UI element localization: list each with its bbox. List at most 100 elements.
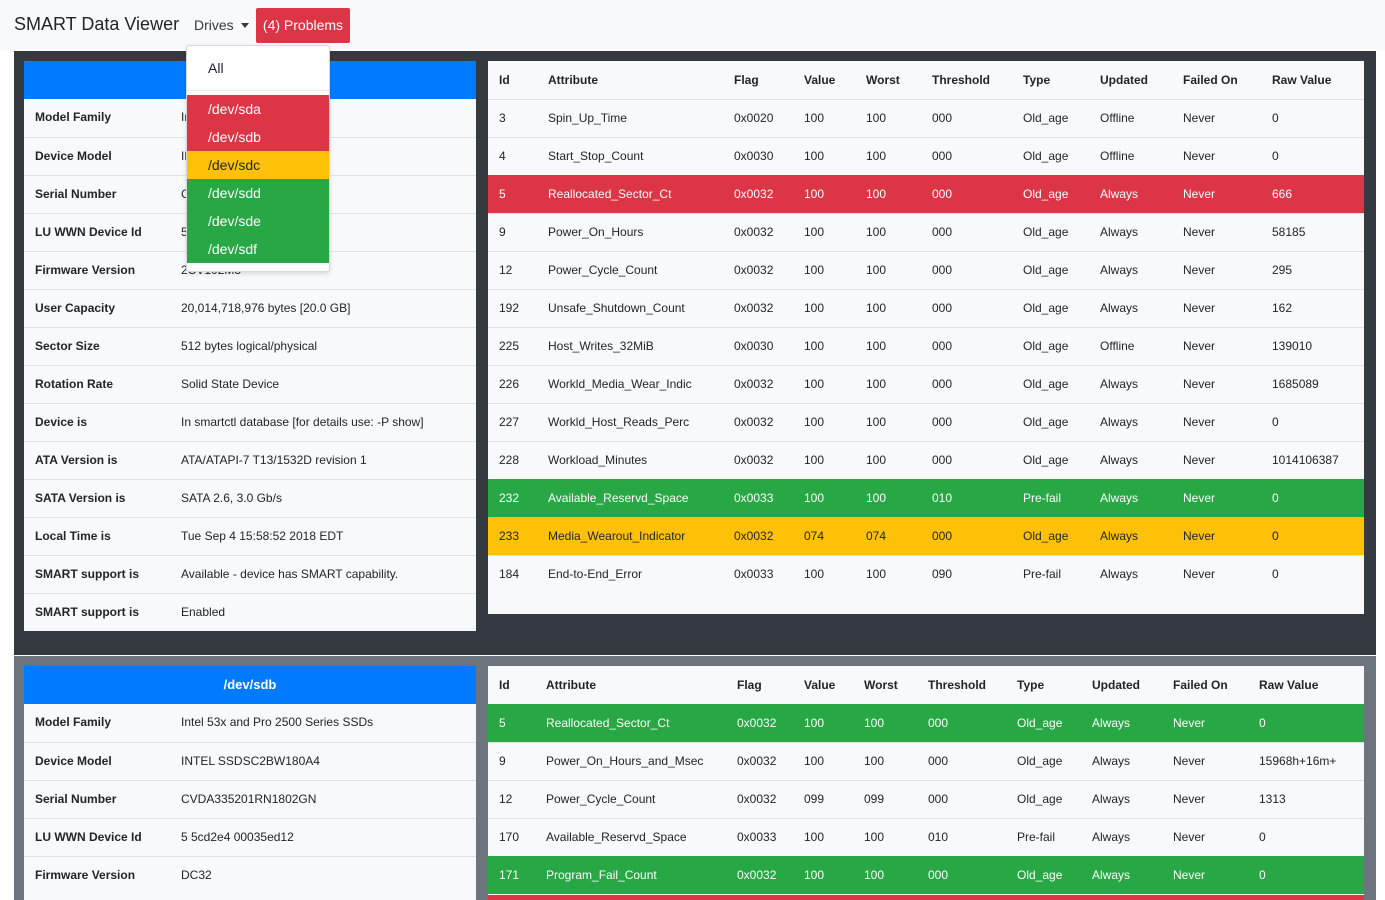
dropdown-item-drive[interactable]: /dev/sdf [187, 235, 329, 263]
cell-threshold: 000 [932, 529, 953, 543]
navbar: SMART Data Viewer Drives (4) Problems [0, 0, 1385, 50]
cell-type: Old_age [1023, 149, 1069, 163]
cell-id: 233 [499, 529, 520, 543]
cell-flag: 0x0020 [734, 111, 774, 125]
column-header[interactable]: Raw Value [1259, 666, 1318, 704]
cell-worst: 100 [864, 830, 885, 844]
column-header[interactable]: Worst [864, 666, 898, 704]
cell-name: Start_Stop_Count [548, 149, 644, 163]
column-header[interactable]: Threshold [932, 61, 990, 99]
cell-updated: Always [1100, 263, 1139, 277]
info-label: Rotation Rate [35, 377, 113, 391]
info-row: Rotation Rate Solid State Device [24, 365, 476, 403]
problems-button[interactable]: (4) Problems [256, 8, 350, 43]
column-header[interactable]: Id [499, 61, 510, 99]
column-header[interactable]: Flag [734, 61, 759, 99]
column-header[interactable]: Value [804, 666, 835, 704]
info-value: SATA 2.6, 3.0 Gb/s [181, 491, 282, 505]
cell-threshold: 000 [932, 301, 953, 315]
info-label: SATA Version is [35, 491, 126, 505]
table-row: 233 Media_Wearout_Indicator 0x0032 074 074 00… [488, 517, 1364, 555]
column-header[interactable]: Value [804, 61, 835, 99]
column-header[interactable]: Failed On [1173, 666, 1228, 704]
info-row: SMART support is Enabled [24, 593, 476, 631]
column-header[interactable]: Updated [1092, 666, 1140, 704]
cell-flag: 0x0032 [734, 415, 774, 429]
column-header[interactable]: Threshold [928, 666, 986, 704]
info-row: Device Model INTEL SSDSC2BW180A4 [24, 742, 476, 780]
info-label: Device Model [35, 754, 112, 768]
info-row: Model Family Intel 53x and Pro 2500 Serie… [24, 704, 476, 742]
cell-type: Old_age [1017, 754, 1063, 768]
dropdown-item-drive[interactable]: /dev/sda [187, 95, 329, 123]
info-row: Device is In smartctl database [for detai… [24, 403, 476, 441]
drive-info-card: /dev/sdb Model Family Intel 53x and Pro 2… [24, 666, 476, 900]
drive-name-header: /dev/sdb [24, 666, 476, 704]
info-value: 512 bytes logical/physical [181, 339, 318, 353]
table-row: 9 Power_On_Hours_and_Msec 0x0032 100 100 000 O… [488, 742, 1364, 780]
cell-updated: Always [1100, 377, 1139, 391]
cell-value: 100 [804, 868, 825, 882]
info-value: Intel 53x and Pro 2500 Series SSDs [181, 715, 374, 729]
table-row: 228 Workload_Minutes 0x0032 100 100 000 Old_ag… [488, 441, 1364, 479]
cell-failed-on: Never [1183, 149, 1216, 163]
table-row: 226 Workld_Media_Wear_Indic 0x0032 100 100 00… [488, 365, 1364, 403]
cell-type: Pre-fail [1023, 491, 1062, 505]
info-label: Model Family [35, 110, 112, 124]
cell-flag: 0x0032 [737, 868, 777, 882]
info-label: SMART support is [35, 605, 139, 619]
cell-raw: 0 [1272, 415, 1279, 429]
column-header[interactable]: Attribute [548, 61, 598, 99]
cell-raw: 1014106387 [1272, 453, 1339, 467]
dropdown-item-drive[interactable]: /dev/sde [187, 207, 329, 235]
column-header[interactable]: Updated [1100, 61, 1148, 99]
dropdown-item-drive[interactable]: /dev/sdb [187, 123, 329, 151]
info-row: ATA Version is ATA/ATAPI-7 T13/1532D revi… [24, 441, 476, 479]
cell-updated: Always [1092, 868, 1131, 882]
cell-threshold: 000 [932, 263, 953, 277]
cell-failed-on: Never [1183, 529, 1216, 543]
drives-dropdown-toggle[interactable]: Drives [194, 17, 249, 33]
cell-flag: 0x0032 [737, 754, 777, 768]
info-row: SATA Version is SATA 2.6, 3.0 Gb/s [24, 479, 476, 517]
cell-failed-on: Never [1183, 187, 1216, 201]
cell-type: Old_age [1023, 529, 1069, 543]
column-header[interactable]: Id [499, 666, 510, 704]
cell-value: 100 [804, 754, 825, 768]
info-row: LU WWN Device Id 5 5cd2e4 00035ed12 [24, 818, 476, 856]
cell-value: 100 [804, 415, 825, 429]
cell-threshold: 000 [932, 415, 953, 429]
dropdown-item-all[interactable]: All [187, 46, 329, 90]
info-label: Firmware Version [35, 263, 136, 277]
drives-dropdown-menu: All /dev/sda/dev/sdb/dev/sdc/dev/sdd/dev… [186, 45, 330, 272]
cell-updated: Offline [1100, 149, 1135, 163]
cell-raw: 0 [1272, 567, 1279, 581]
column-header[interactable]: Flag [737, 666, 762, 704]
cell-raw: 666 [1272, 187, 1293, 201]
cell-worst: 100 [864, 754, 885, 768]
cell-failed-on: Never [1183, 339, 1216, 353]
cell-id: 3 [499, 111, 506, 125]
cell-type: Old_age [1017, 716, 1063, 730]
cell-updated: Offline [1100, 339, 1135, 353]
cell-id: 5 [499, 187, 506, 201]
cell-updated: Always [1092, 754, 1131, 768]
cell-name: Power_Cycle_Count [546, 792, 656, 806]
cell-worst: 100 [866, 453, 887, 467]
column-header[interactable]: Failed On [1183, 61, 1238, 99]
cell-flag: 0x0032 [734, 377, 774, 391]
cell-name: Workload_Minutes [548, 453, 648, 467]
column-header[interactable]: Attribute [546, 666, 596, 704]
brand-title[interactable]: SMART Data Viewer [14, 14, 179, 35]
table-row: 12 Power_Cycle_Count 0x0032 099 099 000 Old_ag… [488, 780, 1364, 818]
column-header[interactable]: Worst [866, 61, 900, 99]
cell-name: Power_Cycle_Count [548, 263, 658, 277]
column-header[interactable]: Raw Value [1272, 61, 1331, 99]
dropdown-item-drive[interactable]: /dev/sdd [187, 179, 329, 207]
cell-flag: 0x0032 [734, 225, 774, 239]
column-header[interactable]: Type [1023, 61, 1050, 99]
cell-type: Old_age [1023, 377, 1069, 391]
cell-failed-on: Never [1183, 225, 1216, 239]
dropdown-item-drive[interactable]: /dev/sdc [187, 151, 329, 179]
column-header[interactable]: Type [1017, 666, 1044, 704]
